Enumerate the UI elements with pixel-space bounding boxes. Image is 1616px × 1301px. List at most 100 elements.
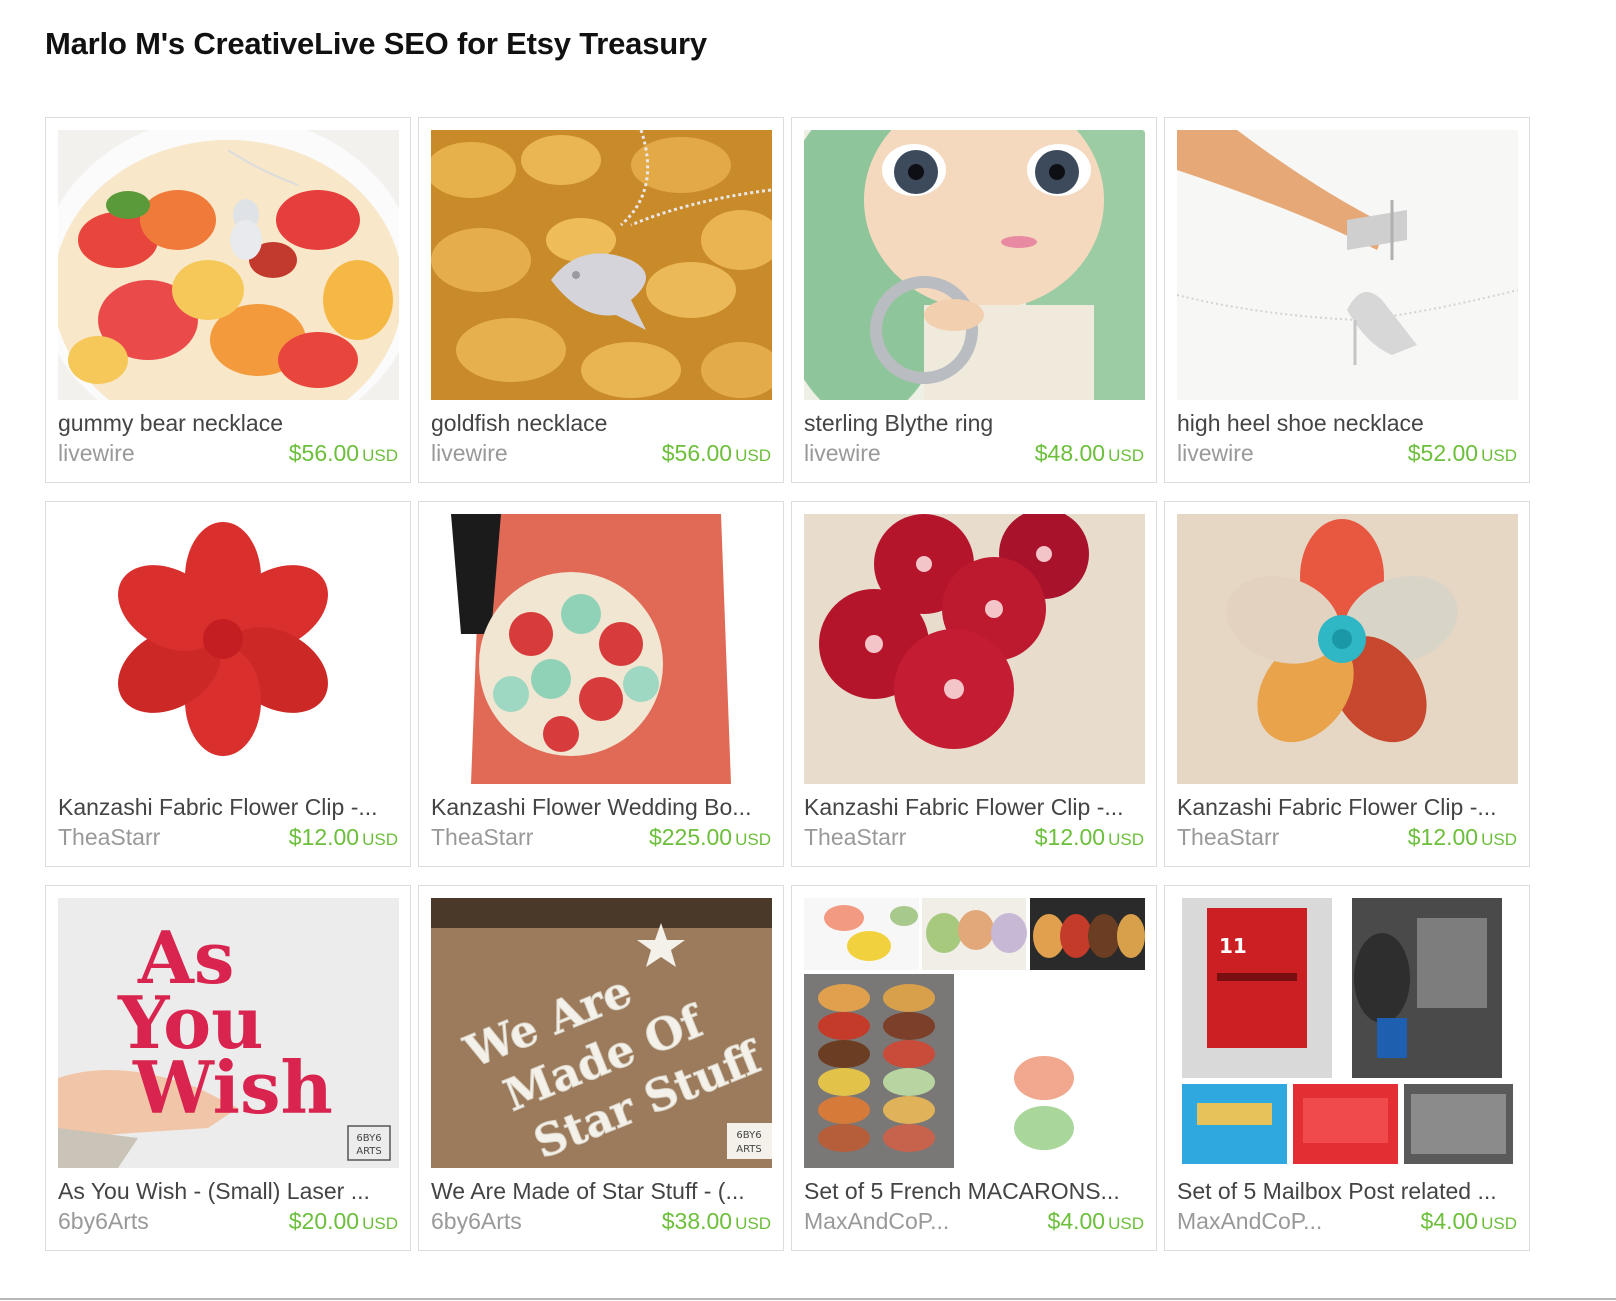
listing-title[interactable]: Set of 5 French MACARONS... [804,1178,1145,1205]
listing-image-blythe-ring[interactable] [804,130,1145,400]
macarons-collage-photo [804,898,1145,1168]
listing-card[interactable]: goldfish necklace livewire $56.00 USD [418,117,784,483]
wedding-bouquet-photo [431,514,772,784]
listing-title[interactable]: goldfish necklace [431,410,772,437]
brand-tag-line-1: 6BY6 [356,1133,381,1144]
price-amount: $48.00 [1034,440,1106,466]
shop-name[interactable]: 6by6Arts [58,1208,149,1235]
listing-image-wedding-bouquet[interactable] [431,514,772,784]
price-currency: USD [1108,830,1144,849]
shop-name[interactable]: TheaStarr [431,824,533,851]
listing-price: $225.00 USD [649,824,771,851]
listing-price: $56.00 USD [289,440,398,467]
price-currency: USD [1481,830,1517,849]
listing-price: $38.00 USD [662,1208,771,1235]
shop-name[interactable]: TheaStarr [1177,824,1279,851]
listing-image-gummy-bear[interactable] [58,130,399,400]
star-stuff-photo: We Are Made Of Star Stuff 6BY6 ARTS [431,898,772,1168]
listing-title[interactable]: We Are Made of Star Stuff - (... [431,1178,772,1205]
shop-name[interactable]: livewire [804,440,881,467]
listing-card[interactable]: Kanzashi Fabric Flower Clip -... TheaSta… [791,501,1157,867]
mailbox-number: 11 [1219,934,1247,958]
listing-price: $4.00 USD [1421,1208,1517,1235]
kanzashi-print-flower-photo [1177,514,1518,784]
listing-price: $56.00 USD [662,440,771,467]
listing-title[interactable]: As You Wish - (Small) Laser ... [58,1178,399,1205]
listing-image-kanzashi-clip-3[interactable] [1177,514,1518,784]
listing-price: $20.00 USD [289,1208,398,1235]
listing-price: $12.00 USD [289,824,398,851]
mailbox-collage-photo: 11 [1177,898,1518,1168]
price-amount: $38.00 [661,1208,733,1234]
listing-title[interactable]: Kanzashi Fabric Flower Clip -... [804,794,1145,821]
kanzashi-red-flowers-photo [804,514,1145,784]
listing-title[interactable]: gummy bear necklace [58,410,399,437]
listing-image-goldfish[interactable] [431,130,772,400]
shop-name[interactable]: livewire [1177,440,1254,467]
gummy-bear-photo [58,130,399,400]
listing-image-kanzashi-clip-1[interactable] [58,514,399,784]
listing-image-mailbox[interactable]: 11 [1177,898,1518,1168]
price-currency: USD [1481,1214,1517,1233]
price-amount: $4.00 [1047,1208,1106,1234]
listing-card[interactable]: high heel shoe necklace livewire $52.00 U… [1164,117,1530,483]
shop-name[interactable]: livewire [58,440,135,467]
price-amount: $12.00 [1034,824,1106,850]
listing-price: $12.00 USD [1408,824,1517,851]
price-amount: $20.00 [288,1208,360,1234]
listing-card[interactable]: Set of 5 French MACARONS... MaxAndCoP...… [791,885,1157,1251]
brand-tag-line-1: 6BY6 [736,1130,761,1141]
listing-card[interactable]: Kanzashi Fabric Flower Clip -... TheaSta… [45,501,411,867]
listing-title[interactable]: Kanzashi Fabric Flower Clip -... [58,794,399,821]
price-currency: USD [1481,446,1517,465]
shop-name[interactable]: MaxAndCoP... [1177,1208,1322,1235]
price-amount: $56.00 [288,440,360,466]
listing-price: $48.00 USD [1035,440,1144,467]
listing-title[interactable]: sterling Blythe ring [804,410,1145,437]
listing-card[interactable]: We Are Made Of Star Stuff 6BY6 ARTS We A… [418,885,784,1251]
price-currency: USD [735,830,771,849]
listing-card[interactable]: 11 Set of 5 Mailbox Post related ... Max… [1164,885,1530,1251]
listing-price: $12.00 USD [1035,824,1144,851]
listing-image-star-stuff[interactable]: We Are Made Of Star Stuff 6BY6 ARTS [431,898,772,1168]
price-amount: $12.00 [1407,824,1479,850]
listing-title[interactable]: Kanzashi Fabric Flower Clip -... [1177,794,1518,821]
listing-card[interactable]: sterling Blythe ring livewire $48.00 USD [791,117,1157,483]
bottom-divider [0,1298,1616,1300]
shop-name[interactable]: 6by6Arts [431,1208,522,1235]
listing-card[interactable]: As You Wish 6BY6 ARTS As You Wish - (Sma… [45,885,411,1251]
listing-title[interactable]: Set of 5 Mailbox Post related ... [1177,1178,1518,1205]
listing-title[interactable]: Kanzashi Flower Wedding Bo... [431,794,772,821]
shop-name[interactable]: livewire [431,440,508,467]
price-amount: $4.00 [1420,1208,1479,1234]
price-currency: USD [1108,446,1144,465]
listing-card[interactable]: Kanzashi Flower Wedding Bo... TheaStarr … [418,501,784,867]
price-amount: $225.00 [648,824,733,850]
price-currency: USD [1108,1214,1144,1233]
shop-name[interactable]: TheaStarr [804,824,906,851]
kanzashi-red-flower-photo [58,514,399,784]
listing-card[interactable]: Kanzashi Fabric Flower Clip -... TheaSta… [1164,501,1530,867]
price-amount: $12.00 [288,824,360,850]
goldfish-photo [431,130,772,400]
price-currency: USD [362,446,398,465]
blythe-doll-photo [804,130,1145,400]
listing-image-macarons[interactable] [804,898,1145,1168]
listing-price: $4.00 USD [1048,1208,1144,1235]
listing-card[interactable]: gummy bear necklace livewire $56.00 USD [45,117,411,483]
page-title: Marlo M's CreativeLive SEO for Etsy Trea… [45,26,707,61]
shop-name[interactable]: MaxAndCoP... [804,1208,949,1235]
listing-price: $52.00 USD [1408,440,1517,467]
price-currency: USD [735,446,771,465]
listing-image-as-you-wish[interactable]: As You Wish 6BY6 ARTS [58,898,399,1168]
as-you-wish-word-3: Wish [132,1045,333,1130]
listing-title[interactable]: high heel shoe necklace [1177,410,1518,437]
high-heel-photo [1177,130,1518,400]
price-currency: USD [362,1214,398,1233]
listing-image-kanzashi-clip-2[interactable] [804,514,1145,784]
price-amount: $52.00 [1407,440,1479,466]
listing-image-high-heel[interactable] [1177,130,1518,400]
price-currency: USD [735,1214,771,1233]
shop-name[interactable]: TheaStarr [58,824,160,851]
price-currency: USD [362,830,398,849]
